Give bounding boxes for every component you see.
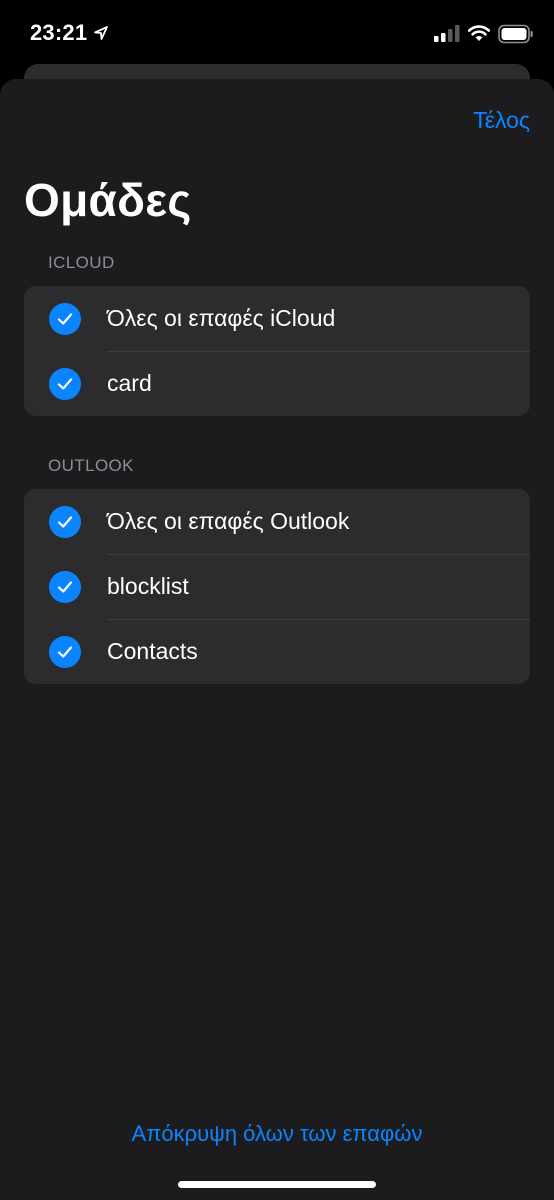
checkmark-icon [49,506,81,538]
cellular-signal-icon [434,25,460,42]
status-time: 23:21 [30,20,88,45]
group-list-outlook: Όλες οι επαφές Outlook blocklist Contact… [24,489,530,684]
checkmark-icon [49,368,81,400]
status-bar: 23:21 [0,0,554,66]
battery-icon [498,24,533,44]
checkmark-icon [49,636,81,668]
group-row-all-outlook[interactable]: Όλες οι επαφές Outlook [24,489,530,554]
home-indicator[interactable] [178,1181,376,1188]
groups-sheet: Τέλος Ομάδες ICLOUD Όλες οι επαφές iClou… [0,79,554,1200]
wifi-icon [467,25,491,41]
group-list-icloud: Όλες οι επαφές iCloud card [24,286,530,416]
group-row-contacts[interactable]: Contacts [24,619,530,684]
group-row-label: Όλες οι επαφές iCloud [107,305,336,331]
done-button[interactable]: Τέλος [473,107,530,134]
page-title: Ομάδες [24,174,192,226]
group-row-label: blocklist [107,573,189,599]
group-row-label: Όλες οι επαφές Outlook [107,508,350,534]
checkmark-icon [49,303,81,335]
group-row-label: card [107,370,152,396]
section-header-icloud: ICLOUD [48,253,115,272]
group-row-card[interactable]: card [24,351,530,416]
screen: 23:21 Τέλος Ομάδες ICLOUD Όλες οι επαφές… [0,0,554,1200]
section-header-outlook: OUTLOOK [48,456,134,475]
group-row-all-icloud[interactable]: Όλες οι επαφές iCloud [24,286,530,351]
group-row-blocklist[interactable]: blocklist [24,554,530,619]
group-row-label: Contacts [107,638,198,664]
hide-all-contacts-button[interactable]: Απόκρυψη όλων των επαφών [0,1121,554,1147]
location-arrow-icon [94,26,108,40]
checkmark-icon [49,571,81,603]
